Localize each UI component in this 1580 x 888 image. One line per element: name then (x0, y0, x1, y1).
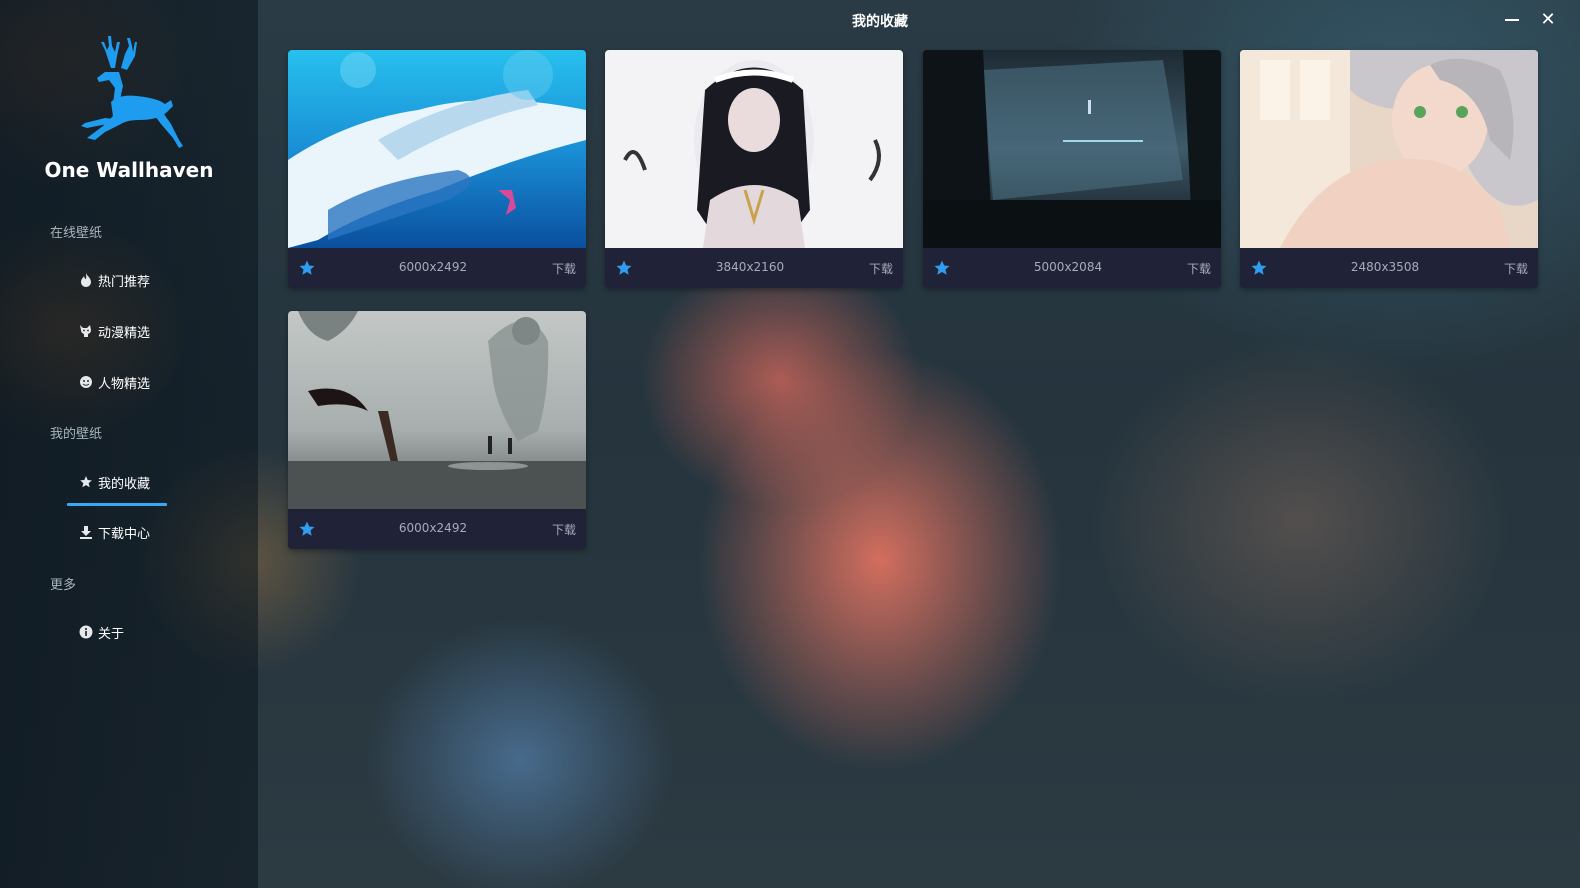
card-info-bar: 2480x3508 下载 (1240, 248, 1538, 288)
download-button[interactable]: 下载 (869, 260, 893, 277)
section-my-wallpapers: 我的壁纸 (50, 427, 103, 442)
resolution-label: 6000x2492 (398, 260, 468, 274)
fire-icon (78, 272, 94, 288)
wallpaper-thumbnail[interactable] (1240, 50, 1538, 248)
star-icon (78, 474, 94, 490)
download-icon (78, 524, 94, 540)
card-info-bar: 6000x2492 下载 (288, 248, 586, 288)
download-button[interactable]: 下载 (1504, 260, 1528, 277)
card-info-bar: 5000x2084 下载 (923, 248, 1221, 288)
info-icon (78, 624, 94, 640)
sidebar-item-hot[interactable]: 热门推荐 (78, 268, 150, 292)
sidebar-item-label: 动漫精选 (98, 325, 151, 341)
sidebar-item-label: 下载中心 (98, 526, 151, 542)
sidebar-item-downloads[interactable]: 下载中心 (78, 520, 150, 544)
wallpaper-thumbnail[interactable] (605, 50, 903, 248)
download-button[interactable]: 下载 (552, 521, 576, 538)
active-nav-indicator (67, 503, 167, 506)
sidebar-item-label: 我的收藏 (98, 476, 151, 492)
resolution-label: 3840x2160 (715, 260, 785, 274)
resolution-label: 2480x3508 (1350, 260, 1420, 274)
card-info-bar: 6000x2492 下载 (288, 509, 586, 549)
wallpaper-thumbnail[interactable] (288, 50, 586, 248)
person-icon (78, 374, 94, 390)
sidebar-item-anime[interactable]: 动漫精选 (78, 319, 150, 343)
close-button[interactable]: ✕ (1536, 8, 1560, 32)
close-icon: ✕ (1540, 9, 1556, 30)
wallpaper-card[interactable]: 6000x2492 下载 (288, 50, 586, 288)
wallpaper-card[interactable]: 3840x2160 下载 (605, 50, 903, 288)
wallpaper-thumbnail[interactable] (288, 311, 586, 509)
resolution-label: 6000x2492 (398, 521, 468, 535)
section-more: 更多 (50, 578, 77, 593)
sidebar-item-people[interactable]: 人物精选 (78, 370, 150, 394)
sidebar-item-label: 关于 (98, 626, 125, 642)
sidebar-item-favorites[interactable]: 我的收藏 (78, 470, 150, 494)
wallpaper-thumbnail[interactable] (923, 50, 1221, 248)
wallpaper-card[interactable]: 6000x2492 下载 (288, 311, 586, 549)
sidebar-item-label: 人物精选 (98, 376, 151, 392)
app-name: One Wallhaven (44, 158, 214, 182)
window-title: 我的收藏 (852, 14, 908, 30)
card-info-bar: 3840x2160 下载 (605, 248, 903, 288)
cat-icon (78, 323, 94, 339)
sidebar-item-about[interactable]: 关于 (78, 620, 124, 644)
deer-logo (81, 36, 183, 148)
section-online-wallpapers: 在线壁纸 (50, 226, 103, 241)
minimize-button[interactable] (1500, 8, 1524, 32)
wallpaper-card[interactable]: 2480x3508 下载 (1240, 50, 1538, 288)
download-button[interactable]: 下载 (1187, 260, 1211, 277)
minimize-icon (1505, 19, 1519, 21)
download-button[interactable]: 下载 (552, 260, 576, 277)
wallpaper-card[interactable]: 5000x2084 下载 (923, 50, 1221, 288)
sidebar-item-label: 热门推荐 (98, 274, 151, 290)
resolution-label: 5000x2084 (1033, 260, 1103, 274)
